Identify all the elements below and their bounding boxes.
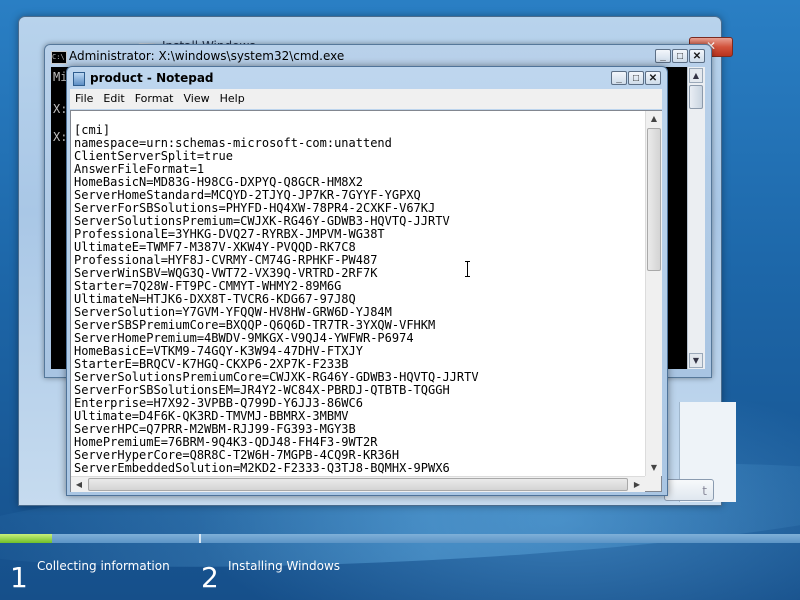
notepad-scroll-up-arrow[interactable]: ▲ (646, 111, 662, 127)
notepad-text-content[interactable]: [cmi] namespace=urn:schemas-microsoft-com… (74, 124, 644, 476)
progress-divider (199, 534, 201, 543)
notepad-text-area[interactable]: [cmi] namespace=urn:schemas-microsoft-com… (70, 110, 662, 492)
menu-help[interactable]: Help (215, 89, 250, 109)
notepad-horizontal-scrollbar[interactable]: ◀ ▶ (71, 476, 645, 492)
notepad-scroll-right-arrow[interactable]: ▶ (629, 477, 645, 492)
cmd-vertical-scrollbar[interactable]: ▲ ▼ (687, 67, 705, 369)
menu-view[interactable]: View (179, 89, 215, 109)
step-label: Collecting information (37, 559, 170, 573)
menu-format[interactable]: Format (130, 89, 179, 109)
menu-file[interactable]: File (70, 89, 98, 109)
notepad-menubar: File Edit Format View Help (70, 89, 662, 109)
cmd-close-button[interactable]: ✕ (689, 49, 705, 63)
notepad-window-controls: _ □ ✕ (611, 71, 661, 85)
cmd-title: Administrator: X:\windows\system32\cmd.e… (69, 49, 345, 63)
notepad-window[interactable]: product - Notepad _ □ ✕ File Edit Format… (66, 66, 668, 496)
ibeam-cursor-icon (464, 261, 471, 277)
cmd-window-controls: _ □ ✕ (655, 49, 705, 63)
notepad-horizontal-scroll-thumb[interactable] (88, 478, 628, 491)
step-number: 2 (201, 561, 219, 594)
cmd-maximize-button[interactable]: □ (672, 49, 688, 63)
notepad-minimize-button[interactable]: _ (611, 71, 627, 85)
notepad-size-grip[interactable] (645, 476, 661, 491)
notepad-text-line: ServerEmbeddedSolution=M2KD2-F2333-Q3TJ8… (74, 461, 450, 475)
step-label: Installing Windows (228, 559, 341, 573)
cmd-titlebar[interactable]: C:\ Administrator: X:\windows\system32\c… (45, 45, 711, 67)
setup-progress-bar (0, 534, 800, 543)
step-number: 1 (10, 561, 28, 594)
notepad-maximize-button[interactable]: □ (628, 71, 644, 85)
setup-next-button[interactable]: t (664, 479, 714, 501)
cmd-scroll-thumb[interactable] (689, 85, 703, 109)
cmd-minimize-button[interactable]: _ (655, 49, 671, 63)
cmd-scroll-down-arrow[interactable]: ▼ (689, 353, 703, 368)
notepad-scroll-left-arrow[interactable]: ◀ (71, 477, 87, 492)
notepad-icon (73, 72, 85, 86)
notepad-title: product - Notepad (90, 71, 214, 85)
cmd-icon: C:\ (51, 51, 67, 64)
notepad-vertical-scroll-thumb[interactable] (647, 128, 661, 271)
menu-edit[interactable]: Edit (98, 89, 129, 109)
notepad-scroll-down-arrow[interactable]: ▼ (646, 460, 662, 476)
notepad-vertical-scrollbar[interactable]: ▲ ▼ (645, 111, 662, 476)
cmd-scroll-up-arrow[interactable]: ▲ (689, 68, 703, 83)
notepad-close-button[interactable]: ✕ (645, 71, 661, 85)
setup-progress-fill (0, 534, 52, 543)
